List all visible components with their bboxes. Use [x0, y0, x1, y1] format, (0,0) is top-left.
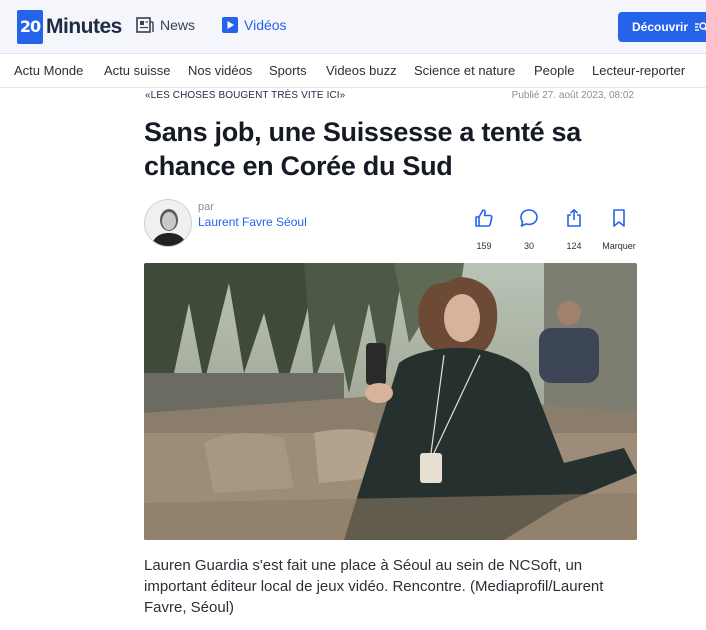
logo-wordmark: Minutes	[46, 15, 122, 38]
news-icon	[136, 17, 154, 33]
logo-mark: 20	[17, 10, 43, 44]
nav-videos-label: Vidéos	[244, 17, 287, 33]
article-kicker: «LES CHOSES BOUGENT TRÈS VITE ICI»	[145, 90, 346, 101]
section-nav: Actu Monde Actu suisse Nos vidéos Sports…	[0, 55, 706, 88]
section-science-nature[interactable]: Science et nature	[414, 63, 515, 78]
share-button[interactable]: 124	[554, 208, 594, 251]
author-link[interactable]: Laurent Favre Séoul	[198, 215, 307, 229]
byline-prefix: par	[198, 201, 214, 213]
discover-label: Découvrir	[632, 20, 689, 34]
author-avatar[interactable]	[144, 199, 192, 247]
site-logo[interactable]: 20 Minutes	[17, 10, 122, 44]
comment-icon	[519, 209, 539, 232]
nav-news[interactable]: News	[136, 17, 195, 33]
thumbs-up-icon	[474, 209, 494, 232]
comment-count: 30	[523, 241, 534, 251]
bookmark-button[interactable]: Marquer	[599, 208, 639, 251]
share-icon	[564, 209, 584, 232]
section-sports[interactable]: Sports	[269, 63, 307, 78]
section-actu-monde[interactable]: Actu Monde	[14, 63, 83, 78]
top-bar: 20 Minutes News Vidéos Découvrir	[0, 0, 706, 54]
search-icon	[694, 20, 706, 34]
nav-videos[interactable]: Vidéos	[222, 17, 287, 33]
bookmark-label: Marquer	[602, 241, 636, 251]
bookmark-icon	[609, 209, 629, 232]
section-videos-buzz[interactable]: Videos buzz	[326, 63, 397, 78]
discover-button[interactable]: Découvrir	[618, 12, 706, 42]
section-actu-suisse[interactable]: Actu suisse	[104, 63, 170, 78]
section-nos-videos[interactable]: Nos vidéos	[188, 63, 252, 78]
publish-date: Publié 27. août 2023, 08:02	[511, 90, 634, 101]
section-lecteur-reporter[interactable]: Lecteur-reporter	[592, 63, 685, 78]
video-play-icon	[222, 17, 238, 33]
like-count: 159	[476, 241, 492, 251]
share-count: 124	[566, 241, 582, 251]
article-photo[interactable]	[144, 263, 637, 540]
section-people[interactable]: People	[534, 63, 574, 78]
nav-news-label: News	[160, 17, 196, 33]
like-button[interactable]: 159	[464, 208, 504, 251]
comment-button[interactable]: 30	[509, 208, 549, 251]
article-headline: Sans job, une Suissesse a tenté sa chanc…	[144, 117, 581, 181]
photo-caption: Lauren Guardia s'est fait une place à Sé…	[144, 557, 604, 616]
